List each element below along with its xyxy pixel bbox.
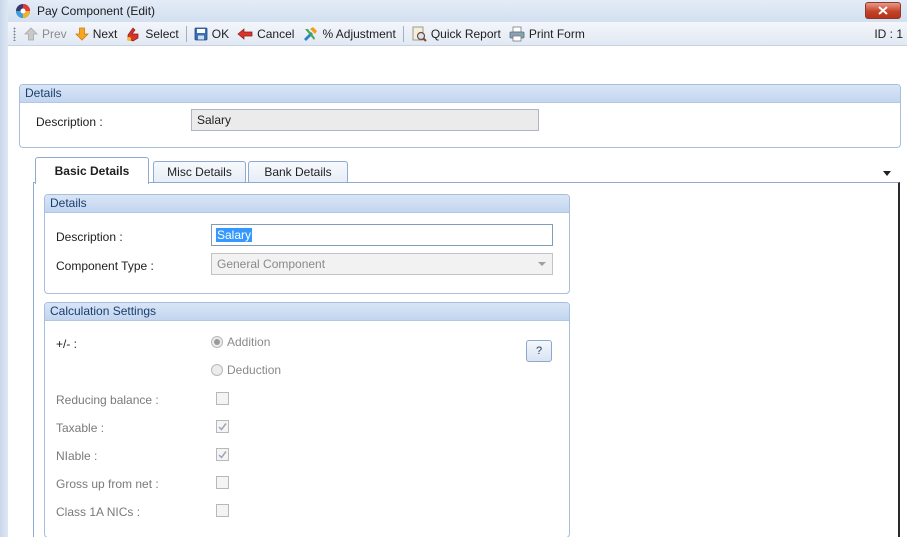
app-logo-icon bbox=[16, 4, 30, 18]
quick-report-button[interactable]: Quick Report bbox=[407, 23, 505, 45]
niable-checkbox[interactable] bbox=[216, 448, 229, 461]
chevron-down-icon bbox=[538, 262, 546, 266]
tab-basic-details[interactable]: Basic Details bbox=[35, 157, 149, 184]
help-button[interactable]: ? bbox=[526, 340, 552, 362]
deduction-radio[interactable] bbox=[211, 364, 223, 376]
tab-bank-details[interactable]: Bank Details bbox=[248, 161, 348, 183]
pointer-hand-icon bbox=[127, 26, 139, 41]
component-type-value: General Component bbox=[217, 257, 326, 271]
deduction-label: Deduction bbox=[227, 363, 282, 377]
adjustment-label: % Adjustment bbox=[322, 26, 396, 41]
class1a-nics-checkbox[interactable] bbox=[216, 504, 229, 517]
adjustment-button[interactable]: % Adjustment bbox=[298, 23, 399, 45]
addition-radio[interactable] bbox=[211, 336, 223, 348]
header-description-field: Salary bbox=[191, 109, 539, 131]
header-details-group: Details Description : Salary bbox=[19, 84, 901, 148]
calculation-settings-heading: Calculation Settings bbox=[45, 303, 569, 321]
window-left-frame bbox=[0, 0, 8, 537]
ok-button[interactable]: OK bbox=[190, 23, 233, 45]
toolbar-separator bbox=[185, 25, 187, 42]
description-label: Description : bbox=[56, 230, 123, 244]
class1a-nics-label: Class 1A NICs : bbox=[56, 505, 141, 519]
arrow-down-icon bbox=[74, 27, 89, 41]
header-description-label: Description : bbox=[36, 115, 103, 129]
tools-icon bbox=[304, 26, 318, 41]
arrow-up-icon bbox=[24, 26, 38, 40]
toolbar: Prev Next Select OK Cancel % Adjustment … bbox=[8, 22, 907, 46]
cancel-button[interactable]: Cancel bbox=[233, 23, 298, 45]
checkmark-icon bbox=[218, 451, 227, 459]
next-label: Next bbox=[92, 26, 118, 41]
basic-details-heading: Details bbox=[45, 195, 569, 213]
sign-label: +/- : bbox=[56, 337, 78, 351]
prev-label: Prev bbox=[42, 26, 67, 41]
record-id-label: ID : 1 bbox=[874, 27, 903, 41]
print-form-label: Print Form bbox=[528, 26, 585, 41]
window-title: Pay Component (Edit) bbox=[37, 4, 156, 18]
ok-label: OK bbox=[211, 26, 230, 41]
calculation-settings-group: Calculation Settings +/- : Addition Dedu… bbox=[44, 302, 570, 537]
back-arrow-icon bbox=[237, 27, 253, 40]
reducing-balance-checkbox[interactable] bbox=[216, 392, 229, 405]
prev-button[interactable]: Prev bbox=[20, 23, 71, 45]
component-type-select[interactable]: General Component bbox=[211, 253, 553, 275]
close-button[interactable] bbox=[865, 2, 901, 19]
print-form-button[interactable]: Print Form bbox=[505, 23, 589, 45]
pay-component-window: Pay Component (Edit) Prev Next Select OK… bbox=[0, 0, 907, 537]
checkmark-icon bbox=[218, 423, 227, 431]
quick-report-label: Quick Report bbox=[430, 26, 501, 41]
save-disk-icon bbox=[194, 27, 208, 40]
cancel-label: Cancel bbox=[257, 26, 295, 41]
description-input[interactable]: Salary bbox=[211, 224, 553, 246]
description-input-value: Salary bbox=[216, 228, 253, 242]
tab-menu-dropdown-icon[interactable] bbox=[883, 171, 891, 176]
select-label: Select bbox=[145, 26, 179, 41]
gross-up-checkbox[interactable] bbox=[216, 476, 229, 489]
title-bar[interactable]: Pay Component (Edit) bbox=[8, 0, 907, 22]
basic-details-group: Details Description : Salary Component T… bbox=[44, 194, 570, 294]
report-magnifier-icon bbox=[412, 26, 427, 42]
toolbar-separator bbox=[402, 25, 404, 42]
addition-label: Addition bbox=[227, 335, 271, 349]
printer-icon bbox=[509, 26, 525, 41]
component-type-label: Component Type : bbox=[56, 259, 154, 273]
header-details-heading: Details bbox=[20, 85, 900, 103]
taxable-label: Taxable : bbox=[56, 421, 105, 435]
next-button[interactable]: Next bbox=[71, 23, 122, 45]
tab-misc-details[interactable]: Misc Details bbox=[153, 161, 246, 183]
niable-label: NIable : bbox=[56, 449, 98, 463]
reducing-balance-label: Reducing balance : bbox=[56, 393, 159, 407]
close-icon bbox=[878, 6, 888, 15]
taxable-checkbox[interactable] bbox=[216, 420, 229, 433]
gross-up-label: Gross up from net : bbox=[56, 477, 159, 491]
select-button[interactable]: Select bbox=[121, 23, 182, 45]
toolbar-grip[interactable] bbox=[13, 26, 16, 41]
